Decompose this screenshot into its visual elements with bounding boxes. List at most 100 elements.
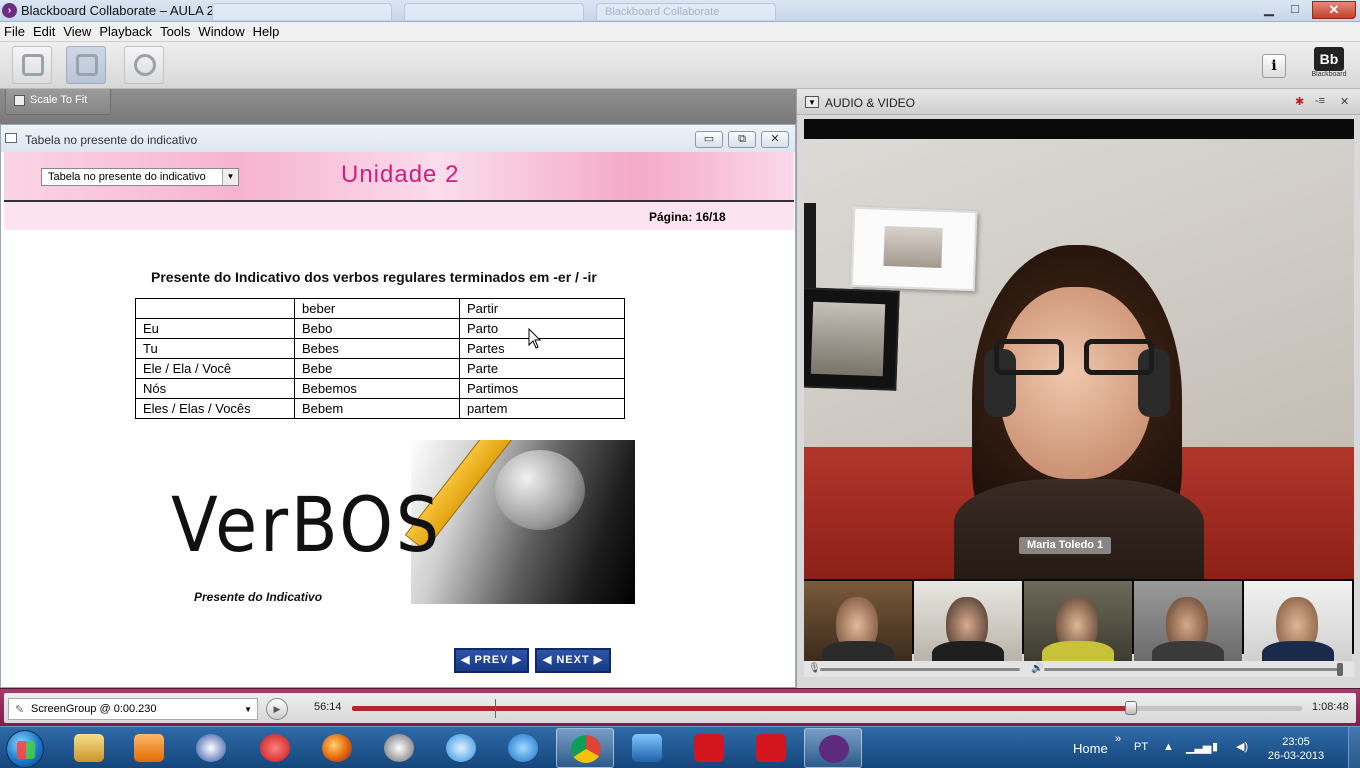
speaker-volume-slider[interactable] [1044,668,1342,671]
topic-dropdown[interactable]: Tabela no presente do indicativo ▼ [41,168,239,186]
taskbar-remote-desktop[interactable] [618,728,676,768]
language-indicator[interactable]: PT [1134,741,1148,753]
participant-thumbnails [804,581,1354,663]
network-icon[interactable]: ▁▃▅ [1186,741,1211,754]
playback-scrubber[interactable] [1125,701,1137,715]
volume-icon[interactable]: ◀) [1236,740,1248,753]
table-cell: Bebemos [294,378,460,399]
av-close-icon[interactable]: ✕ [1340,95,1349,108]
active-speaker-video[interactable]: Maria Toledo 1 [804,139,1354,579]
menu-playback[interactable]: Playback [95,22,156,39]
media-player-icon [134,734,164,762]
application-share-button[interactable] [66,46,106,84]
start-button[interactable] [6,730,44,768]
picture-frame [804,287,900,391]
taskbar-media-player[interactable] [120,728,178,768]
table-cell [135,298,295,319]
blackboard-logo: Bb Blackboard [1306,47,1352,85]
taskbar-safari[interactable] [432,728,490,768]
content-restore-button[interactable]: ⧉ [728,131,756,148]
av-settings-icon[interactable]: ✱ [1295,95,1304,108]
menu-window[interactable]: Window [194,22,248,39]
table-cell: Partir [459,298,625,319]
participant-thumbnail[interactable] [1024,581,1132,663]
participant-thumbnail[interactable] [914,581,1022,663]
taskbar-explorer[interactable] [60,728,118,768]
table-cell: Partimos [459,378,625,399]
chevron-down-icon[interactable]: ▼ [222,169,238,185]
page-band: Página: 16/18 [4,202,794,230]
microphone-volume-slider[interactable] [820,668,1020,671]
toolbar-expand-icon[interactable]: » [1115,733,1121,745]
menu-help[interactable]: Help [249,22,284,39]
minimize-button[interactable]: ▁ [1256,1,1282,19]
taskbar-internet-explorer[interactable] [494,728,552,768]
table-cell: Eu [135,318,295,339]
firefox-icon [322,734,352,762]
info-button[interactable]: i [1262,54,1286,78]
menu-edit[interactable]: Edit [29,22,59,39]
tray-expand-icon[interactable]: ▲ [1163,741,1174,753]
collapse-panel-icon[interactable]: ▼ [805,96,819,108]
table-cell: Bebe [294,358,460,379]
speaker-volume-handle[interactable] [1337,663,1343,676]
slide-header: Tabela no presente do indicativo ▼ Unida… [4,152,794,200]
taskbar-firefox[interactable] [308,728,366,768]
monitor-icon [632,734,662,762]
participant-thumbnail[interactable] [1244,581,1352,663]
playback-timeline[interactable] [352,699,1302,718]
prev-label: PREV [474,654,509,666]
home-toolbar-label[interactable]: Home [1073,741,1108,756]
scale-to-fit-toggle[interactable]: Scale To Fit [5,89,111,115]
table-row: Eu Bebo Parto [135,318,625,339]
web-tour-button[interactable] [124,46,164,84]
battery-icon[interactable]: ▮ [1212,740,1218,753]
play-button[interactable]: ▶ [266,698,288,720]
coca-cola-icon [694,734,724,762]
audio-video-header: ▼ AUDIO & VIDEO ✱ -≡ ✕ [797,89,1360,115]
speaker-name-label: Maria Toledo 1 [1019,537,1112,554]
chevron-down-icon[interactable]: ▼ [244,705,252,714]
taskbar-coca-cola-2[interactable] [742,728,800,768]
av-menu-icon[interactable]: -≡ [1315,95,1325,107]
menu-file[interactable]: File [0,22,29,39]
frame-photo [883,225,943,268]
collaborate-icon [819,735,849,763]
maximize-button[interactable]: □ [1282,1,1308,19]
audio-video-title: AUDIO & VIDEO [825,96,916,110]
playback-bar: ✎ ScreenGroup @ 0:00.230 ▼ ▶ 56:14 1:08:… [0,688,1360,726]
scale-to-fit-checkbox[interactable] [14,95,25,106]
next-label: NEXT [556,654,590,666]
menu-tools[interactable]: Tools [156,22,194,39]
recording-selector[interactable]: ✎ ScreenGroup @ 0:00.230 ▼ [8,698,258,720]
knuckle-shape [495,450,585,530]
total-time: 1:08:48 [1312,701,1349,713]
table-cell: Bebo [294,318,460,339]
taskbar-chrome[interactable] [556,728,614,768]
taskbar-pin-app[interactable] [246,728,304,768]
taskbar-messenger[interactable] [182,728,240,768]
whiteboard-tool-button[interactable] [12,46,52,84]
app-share-icon [76,54,98,76]
system-clock[interactable]: 23:05 26-03-2013 [1266,735,1326,763]
content-close-button[interactable]: ✕ [761,131,789,148]
content-window-titlebar: Tabela no presente do indicativo ▭ ⧉ ✕ [1,125,795,152]
close-button[interactable]: ✕ [1312,1,1356,19]
next-button[interactable]: ◀ NEXT ▶ [535,648,611,673]
taskbar-coca-cola-1[interactable] [680,728,738,768]
shared-content-window: Tabela no presente do indicativo ▭ ⧉ ✕ T… [0,124,796,688]
speaker-body [954,479,1204,579]
participant-thumbnail[interactable] [804,581,912,663]
content-minimize-button[interactable]: ▭ [695,131,723,148]
frame-photo [810,301,886,377]
verbos-illustration: VerBOS Presente do Indicativo [165,440,635,604]
taskbar-collaborate[interactable] [804,728,862,768]
show-desktop-button[interactable] [1348,727,1360,768]
prev-button[interactable]: ◀ PREV ▶ [454,648,529,673]
taskbar-clock-app[interactable] [370,728,428,768]
table-cell: Parto [459,318,625,339]
verbos-subtitle: Presente do Indicativo [194,590,323,604]
menu-view[interactable]: View [59,22,95,39]
whiteboard-icon [22,54,44,76]
participant-thumbnail[interactable] [1134,581,1242,663]
